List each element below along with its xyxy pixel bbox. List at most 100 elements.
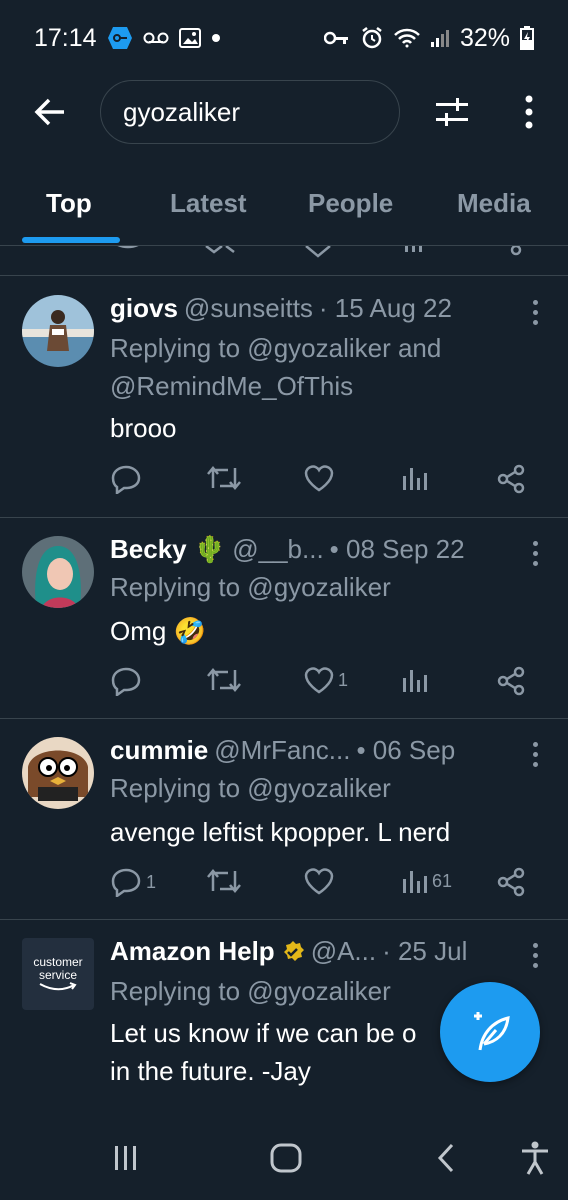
back-button[interactable] — [30, 92, 70, 132]
reply-button[interactable] — [110, 464, 142, 494]
android-navigation-bar — [0, 1116, 568, 1200]
tweet-more-button[interactable] — [528, 538, 542, 568]
compose-feather-icon — [474, 1012, 510, 1051]
recent-apps-button[interactable] — [106, 1138, 146, 1178]
views-button[interactable]: 61 — [400, 867, 452, 895]
chevron-left-icon — [437, 1143, 454, 1173]
tweet-actions: 1 — [110, 666, 540, 706]
tweet-text-line-2: in the future. -Jay — [110, 1056, 311, 1086]
compose-tweet-button[interactable] — [440, 982, 540, 1082]
tweet-text: avenge leftist kpopper. L nerd — [110, 817, 451, 847]
top-bar: gyozaliker — [0, 76, 568, 152]
notification-dot-icon — [211, 33, 221, 43]
like-count: 1 — [338, 669, 349, 690]
back-arrow-icon — [34, 98, 64, 126]
avatar-image — [22, 737, 94, 809]
heart-icon — [304, 465, 334, 492]
views-icon — [403, 871, 427, 893]
reply-button[interactable]: 1 — [110, 867, 156, 897]
handle[interactable]: @MrFanc... — [214, 735, 350, 766]
back-nav-button[interactable] — [426, 1138, 466, 1178]
share-icon — [497, 867, 525, 897]
reply-icon — [111, 667, 141, 696]
timestamp: · 25 Jul — [382, 936, 468, 966]
recent-apps-icon — [115, 1146, 136, 1170]
replying-to-continued[interactable]: @RemindMe_OfThis — [110, 367, 353, 405]
heart-icon — [304, 667, 334, 694]
retweet-button[interactable] — [206, 464, 242, 492]
gallery-icon — [178, 28, 201, 48]
reply-icon — [111, 868, 141, 897]
filter-button[interactable] — [432, 92, 472, 132]
reply-count: 1 — [146, 871, 157, 892]
timestamp: • 08 Sep 22 — [329, 534, 465, 564]
display-name[interactable]: cummie — [110, 735, 208, 766]
tweet-text-line-1: Let us know if we can be o — [110, 1018, 417, 1048]
key-icon — [323, 30, 350, 46]
display-name[interactable]: Amazon Help — [110, 936, 275, 967]
views-button[interactable] — [400, 464, 428, 492]
tab-latest[interactable]: Latest — [170, 188, 247, 219]
views-icon — [403, 670, 427, 692]
more-options-button[interactable] — [514, 92, 544, 132]
share-icon — [497, 464, 525, 494]
tweet-item[interactable]: giovs @sunseitts · 15 Aug 22 Replying to… — [0, 277, 568, 518]
views-button[interactable] — [400, 666, 428, 694]
sliders-icon — [436, 98, 468, 126]
handle[interactable]: @__b... — [232, 534, 323, 565]
tweet-text: brooo — [110, 413, 177, 443]
battery-icon — [520, 26, 534, 50]
tab-people[interactable]: People — [308, 188, 393, 219]
replying-to: Replying to @gyozaliker — [110, 976, 391, 1006]
smile-arrow-icon — [39, 982, 77, 991]
retweet-button[interactable] — [206, 666, 242, 694]
search-input[interactable]: gyozaliker — [100, 80, 400, 144]
accessibility-icon — [522, 1141, 548, 1175]
verified-badge-icon — [283, 940, 304, 961]
tweet-header: cummie @MrFanc... • 06 Sep — [110, 735, 455, 766]
like-button[interactable]: 1 — [304, 666, 348, 694]
reply-button[interactable] — [110, 666, 142, 696]
retweet-button[interactable] — [206, 867, 242, 895]
alarm-icon — [360, 26, 384, 50]
avatar[interactable]: customer service — [22, 938, 94, 1010]
tab-top[interactable]: Top — [46, 188, 92, 219]
search-query: gyozaliker — [123, 96, 241, 127]
retweet-icon — [207, 466, 241, 490]
avatar[interactable] — [22, 295, 94, 367]
tweet-item[interactable]: Becky 🌵 @__b... • 08 Sep 22 Replying to … — [0, 518, 568, 719]
share-icon — [497, 666, 525, 696]
share-button[interactable] — [496, 666, 526, 696]
home-button[interactable] — [266, 1138, 306, 1178]
display-name[interactable]: Becky 🌵 — [110, 534, 226, 565]
retweet-icon — [207, 869, 241, 893]
replying-to: Replying to @gyozaliker — [110, 773, 391, 803]
handle[interactable]: @sunseitts — [184, 293, 313, 324]
more-vertical-icon — [525, 95, 533, 129]
retweet-icon — [207, 668, 241, 692]
like-button[interactable] — [304, 464, 334, 492]
handle[interactable]: @A... — [311, 936, 376, 967]
tweet-more-button[interactable] — [528, 739, 542, 769]
active-tab-indicator — [22, 237, 120, 243]
tab-media[interactable]: Media — [457, 188, 531, 219]
tweet-item[interactable]: cummie @MrFanc... • 06 Sep Replying to @… — [0, 719, 568, 920]
tweet-more-button[interactable] — [528, 297, 542, 327]
accessibility-button[interactable] — [515, 1138, 555, 1178]
status-bar: 17:14 32% — [0, 0, 568, 76]
views-icon — [403, 468, 427, 490]
share-button[interactable] — [496, 867, 526, 897]
avatar[interactable] — [22, 536, 94, 608]
home-icon — [270, 1143, 302, 1173]
partial-action-icons — [117, 246, 522, 258]
tweet-actions — [110, 464, 540, 504]
display-name[interactable]: giovs — [110, 293, 178, 324]
avatar[interactable] — [22, 737, 94, 809]
replying-to: Replying to @gyozaliker — [110, 572, 391, 602]
search-tabs: Top Latest People Media — [0, 172, 568, 246]
like-button[interactable] — [304, 867, 334, 895]
avatar-image — [22, 295, 94, 367]
tweet-more-button[interactable] — [528, 940, 542, 970]
previous-tweet-actions — [0, 246, 568, 276]
share-button[interactable] — [496, 464, 526, 494]
